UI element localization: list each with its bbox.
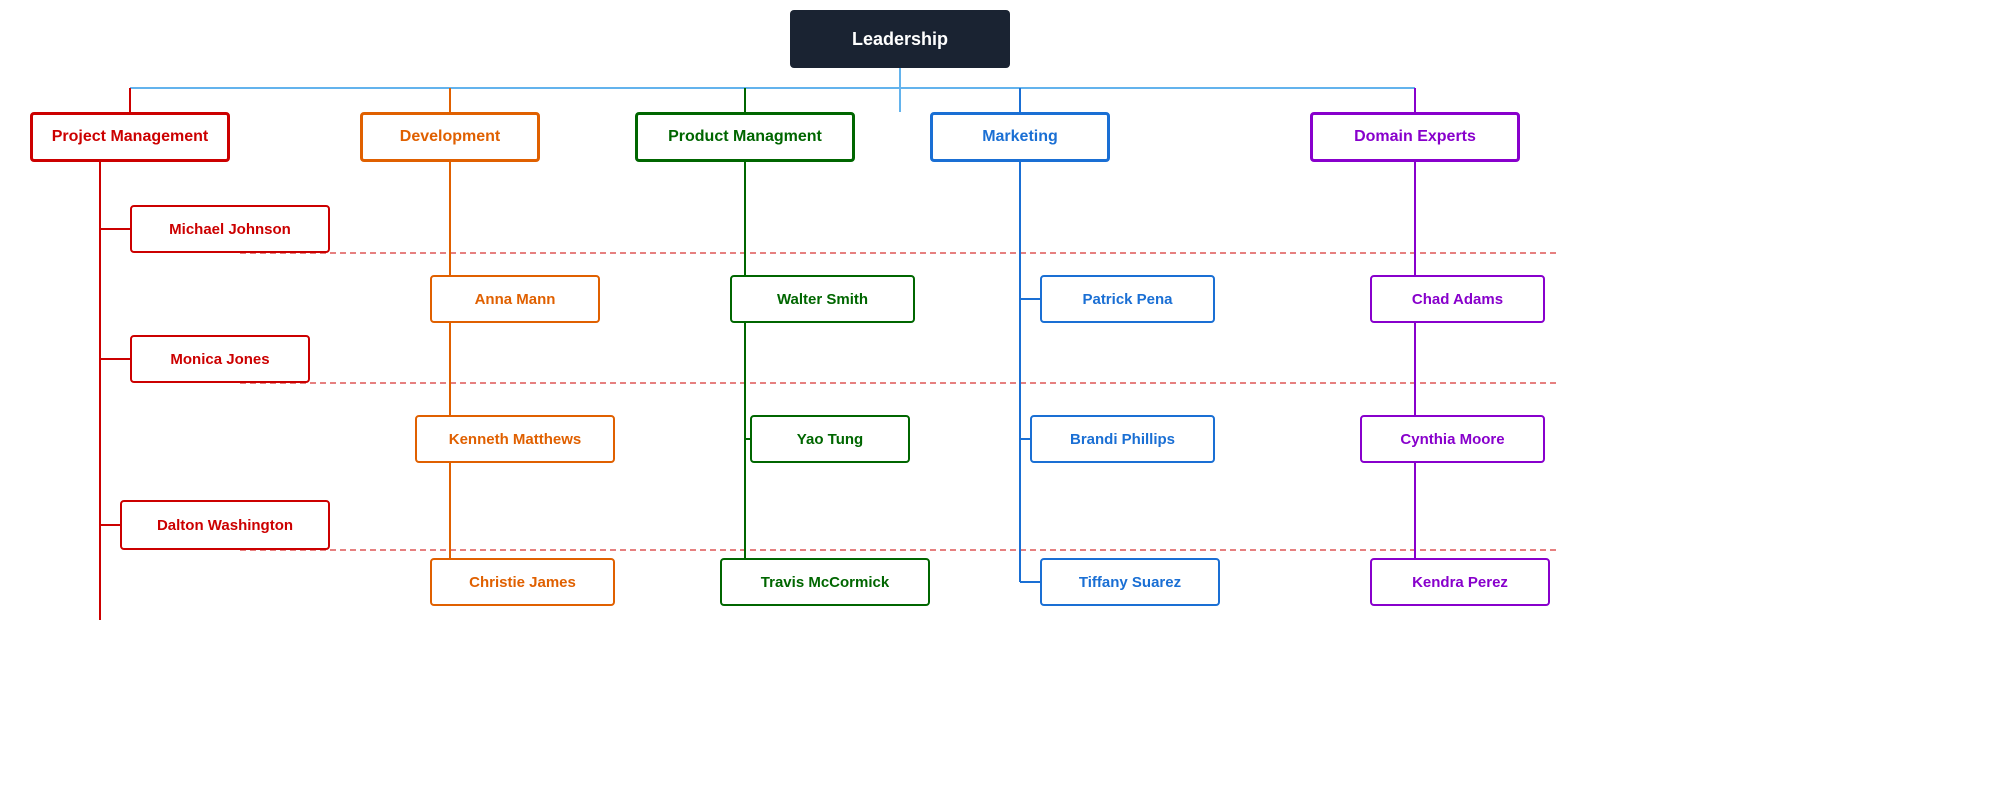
- person-michael: Michael Johnson: [130, 205, 330, 253]
- dept-dev: Development: [360, 112, 540, 162]
- person-walter: Walter Smith: [730, 275, 915, 323]
- person-tiffany: Tiffany Suarez: [1040, 558, 1220, 606]
- person-dalton: Dalton Washington: [120, 500, 330, 550]
- person-kendra: Kendra Perez: [1370, 558, 1550, 606]
- dept-proj_mgmt: Project Management: [30, 112, 230, 162]
- person-kenneth: Kenneth Matthews: [415, 415, 615, 463]
- person-christie: Christie James: [430, 558, 615, 606]
- dept-prod_mgmt: Product Managment: [635, 112, 855, 162]
- person-chad: Chad Adams: [1370, 275, 1545, 323]
- dept-marketing: Marketing: [930, 112, 1110, 162]
- leadership-node: Leadership: [790, 10, 1010, 68]
- person-cynthia: Cynthia Moore: [1360, 415, 1545, 463]
- person-patrick: Patrick Pena: [1040, 275, 1215, 323]
- dept-domain: Domain Experts: [1310, 112, 1520, 162]
- person-monica: Monica Jones: [130, 335, 310, 383]
- person-travis: Travis McCormick: [720, 558, 930, 606]
- org-chart: Leadership Project Management Development…: [0, 0, 2000, 809]
- person-brandi: Brandi Phillips: [1030, 415, 1215, 463]
- person-anna: Anna Mann: [430, 275, 600, 323]
- person-yao: Yao Tung: [750, 415, 910, 463]
